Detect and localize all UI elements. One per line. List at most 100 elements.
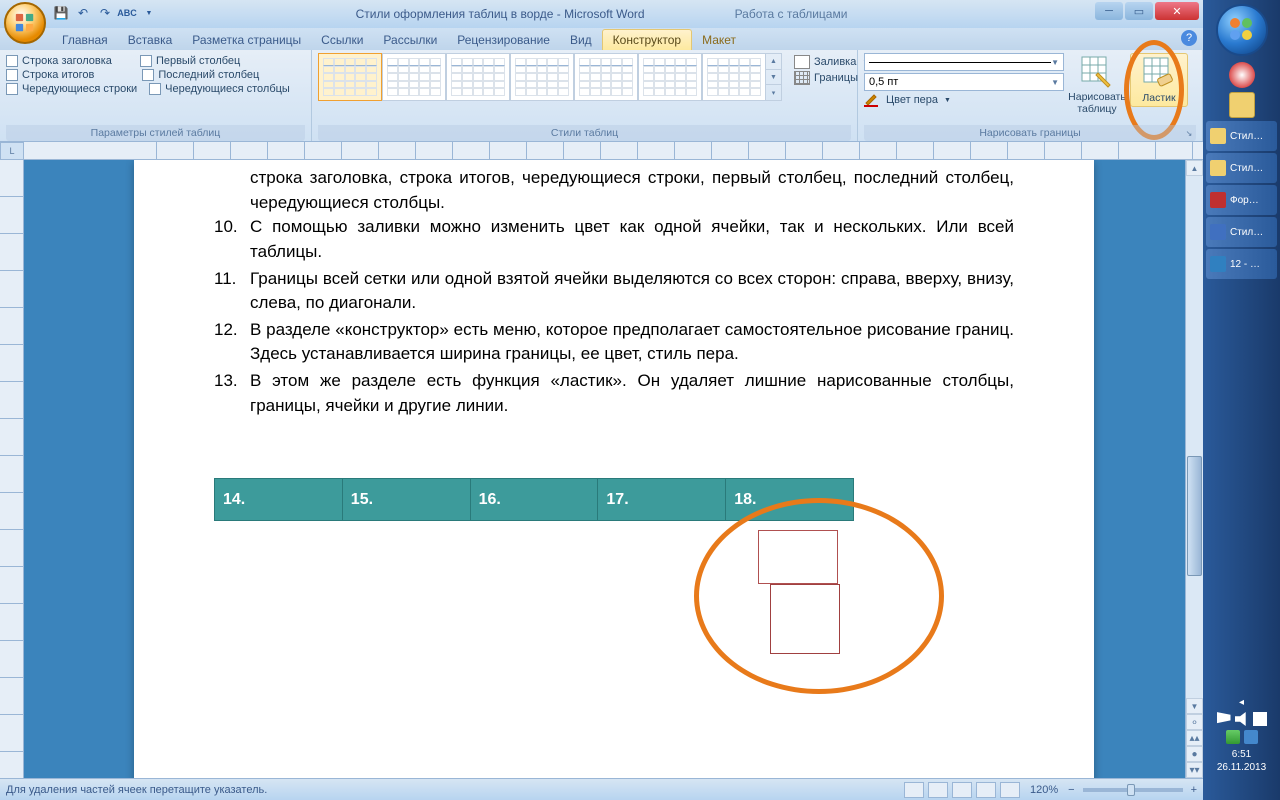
table-cell[interactable]: 15. (342, 479, 470, 521)
view-fullscreen-icon[interactable] (928, 782, 948, 798)
chevron-down-icon: ▼ (1051, 58, 1059, 67)
chevron-down-icon: ▼ (1051, 78, 1059, 87)
ruler-vertical[interactable] (0, 160, 24, 778)
qat-dropdown-icon[interactable]: ▼ (140, 4, 158, 22)
undo-icon[interactable]: ↶ (74, 4, 92, 22)
chk-banded-cols[interactable]: Чередующиеся столбцы (149, 83, 290, 95)
group-label-style-options: Параметры стилей таблиц (6, 125, 305, 141)
view-print-layout-icon[interactable] (904, 782, 924, 798)
taskbar-item[interactable]: Фор… (1206, 185, 1277, 215)
gallery-down-icon[interactable]: ▼ (766, 70, 781, 86)
status-bar: Для удаления частей ячеек перетащите ука… (0, 778, 1203, 800)
table-style-item[interactable] (702, 53, 766, 101)
clock[interactable]: 6:51 26.11.2013 (1217, 748, 1266, 774)
group-table-styles: ▲ ▼ ▾ Заливка ▼ Границы ▼ (312, 50, 858, 141)
taskbar-quick-explorer[interactable] (1206, 90, 1277, 120)
tab-home[interactable]: Главная (52, 30, 118, 50)
tab-review[interactable]: Рецензирование (447, 30, 560, 50)
next-page-button[interactable]: ▾▾ (1186, 762, 1203, 778)
ruler-horizontal[interactable]: L (0, 142, 1203, 160)
title-bar: 💾 ↶ ↷ ABC ▼ Стили оформления таблиц в во… (0, 0, 1203, 28)
tab-insert[interactable]: Вставка (118, 30, 183, 50)
line-weight-combo[interactable]: 0,5 пт ▼ (864, 73, 1064, 91)
zoom-level[interactable]: 120% (1030, 784, 1058, 796)
tab-view[interactable]: Вид (560, 30, 602, 50)
taskbar-item[interactable]: 12 - … (1206, 249, 1277, 279)
start-button[interactable] (1216, 4, 1268, 56)
view-outline-icon[interactable] (976, 782, 996, 798)
eraser-button[interactable]: Ластик (1130, 53, 1188, 107)
ribbon: Строка заголовка Первый столбец Строка и… (0, 50, 1203, 142)
redo-icon[interactable]: ↷ (96, 4, 114, 22)
pen-icon (864, 93, 882, 107)
table-cell[interactable]: 17. (598, 479, 726, 521)
gallery-more-icon[interactable]: ▾ (766, 85, 781, 100)
chk-first-col[interactable]: Первый столбец (140, 55, 240, 67)
example-table-teal[interactable]: 14. 15. 16. 17. 18. (214, 478, 854, 521)
table-style-item[interactable] (574, 53, 638, 101)
table-cell[interactable]: 18. (726, 479, 854, 521)
tray-app-icon[interactable] (1226, 730, 1240, 744)
table-style-item[interactable] (638, 53, 702, 101)
scroll-thumb[interactable] (1187, 456, 1202, 576)
draw-table-button[interactable]: Нарисовать таблицу (1068, 53, 1126, 117)
chk-last-col[interactable]: Последний столбец (142, 69, 259, 81)
volume-icon[interactable] (1235, 712, 1249, 726)
tray-expand-icon[interactable]: ◂ (1239, 697, 1244, 708)
ruler-corner[interactable]: L (0, 142, 24, 160)
prev-page-button[interactable]: ▴▴ (1186, 730, 1203, 746)
scroll-track[interactable] (1186, 176, 1203, 698)
table-styles-gallery: ▲ ▼ ▾ (318, 53, 782, 101)
eraser-selection-overlay (770, 584, 840, 654)
table-cell[interactable]: 14. (215, 479, 343, 521)
flag-icon[interactable] (1217, 712, 1231, 726)
chk-header-row[interactable]: Строка заголовка (6, 55, 112, 67)
office-button[interactable] (4, 2, 46, 44)
word-window: 💾 ↶ ↷ ABC ▼ Стили оформления таблиц в во… (0, 0, 1203, 800)
group-label-draw-borders: Нарисовать границы↘ (864, 125, 1196, 141)
taskbar-item[interactable]: Стил… (1206, 121, 1277, 151)
chk-total-row[interactable]: Строка итогов (6, 69, 94, 81)
chk-banded-rows[interactable]: Чередующиеся строки (6, 83, 137, 95)
scroll-down-icon[interactable]: ▼ (1186, 698, 1203, 714)
network-icon[interactable] (1253, 712, 1267, 726)
help-icon[interactable]: ? (1181, 30, 1197, 46)
bucket-icon (794, 55, 810, 69)
table-style-item[interactable] (446, 53, 510, 101)
gallery-up-icon[interactable]: ▲ (766, 54, 781, 70)
maximize-button[interactable]: ▭ (1125, 2, 1153, 20)
document-title: Стили оформления таблиц в ворде - Micros… (356, 7, 645, 21)
table-style-item[interactable] (382, 53, 446, 101)
spellcheck-icon[interactable]: ABC (118, 4, 136, 22)
page: строка заголовка, строка итогов, чередую… (134, 160, 1094, 778)
tab-design[interactable]: Конструктор (602, 29, 692, 50)
tab-page-layout[interactable]: Разметка страницы (182, 30, 311, 50)
table-style-item[interactable] (510, 53, 574, 101)
scroll-up-icon[interactable]: ▲ (1186, 160, 1203, 176)
save-icon[interactable]: 💾 (52, 4, 70, 22)
view-web-icon[interactable] (952, 782, 972, 798)
line-style-combo[interactable]: ▼ (864, 53, 1064, 71)
table-style-item[interactable] (318, 53, 382, 101)
chevron-down-icon: ▼ (944, 97, 951, 104)
tab-references[interactable]: Ссылки (311, 30, 373, 50)
doc-text-fragment: строка заголовка, строка итогов, чередую… (250, 166, 1014, 215)
minimize-button[interactable]: ─ (1095, 2, 1123, 20)
vertical-scrollbar: ▲ ▼ ∘ ▴▴ ● ▾▾ (1185, 160, 1203, 778)
taskbar-item[interactable]: Стил… (1206, 217, 1277, 247)
view-draft-icon[interactable] (1000, 782, 1020, 798)
close-button[interactable]: ✕ (1155, 2, 1199, 20)
tray-app-icon[interactable] (1244, 730, 1258, 744)
zoom-slider[interactable] (1083, 788, 1183, 792)
taskbar-quick-yandex[interactable] (1206, 60, 1277, 90)
browse-object-icon[interactable]: ● (1186, 746, 1203, 762)
zoom-in-icon[interactable]: + (1191, 784, 1197, 796)
dialog-launcher-icon[interactable]: ↘ (1184, 129, 1194, 139)
zoom-out-icon[interactable]: − (1068, 784, 1074, 796)
tab-layout[interactable]: Макет (692, 30, 746, 50)
tab-mailings[interactable]: Рассылки (373, 30, 447, 50)
prev-page-icon[interactable]: ∘ (1186, 714, 1203, 730)
table-cell[interactable]: 16. (470, 479, 598, 521)
pen-color-button[interactable]: Цвет пера ▼ (864, 93, 1064, 107)
taskbar-item[interactable]: Стил… (1206, 153, 1277, 183)
